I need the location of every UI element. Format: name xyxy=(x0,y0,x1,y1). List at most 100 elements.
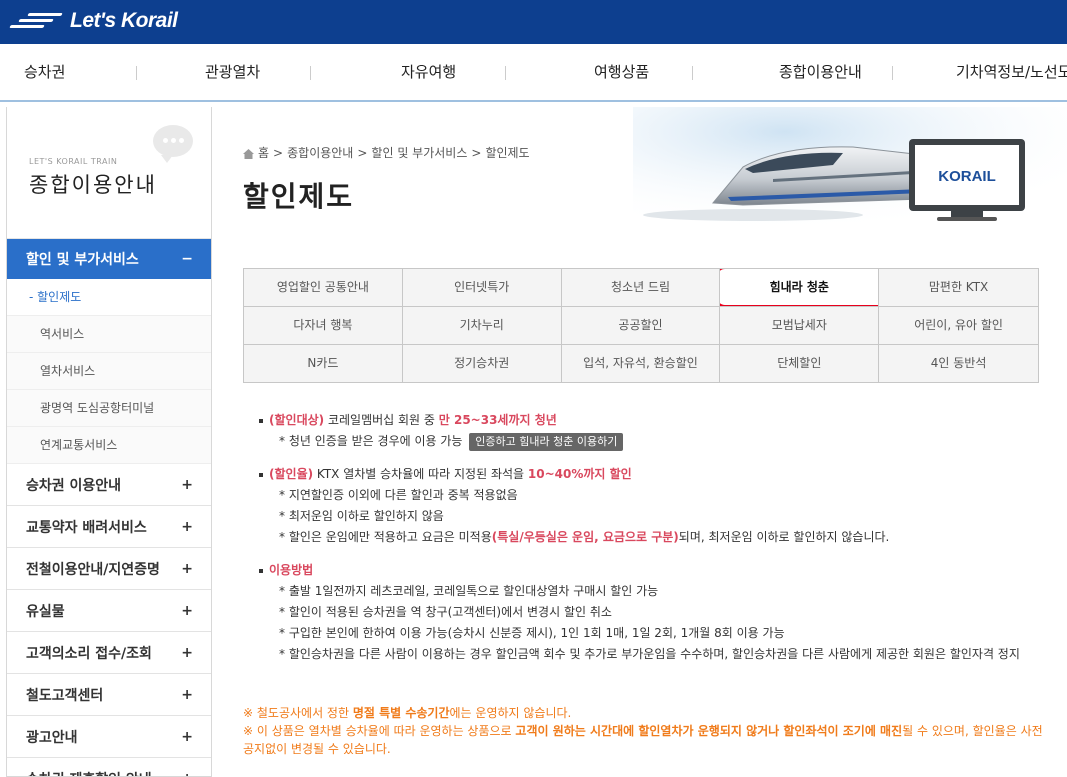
tab-four-seat[interactable]: 4인 동반석 xyxy=(879,345,1039,383)
sidebar-subitem-train-service[interactable]: 열차서비스 xyxy=(7,353,211,390)
sidebar: LET'S KORAIL TRAIN 종합이용안내 할인 및 부가서비스 − -… xyxy=(6,107,212,777)
expand-icon: + xyxy=(181,518,193,535)
warnings: ※ 철도공사에서 정한 명절 특별 수송기간에는 운영하지 않습니다. ※ 이 … xyxy=(243,704,1043,758)
rate-label: (할인율) xyxy=(269,467,314,481)
sidebar-item-label: 유실물 xyxy=(26,603,65,620)
tab-standing-transfer[interactable]: 입석, 자유석, 환승할인 xyxy=(561,345,721,383)
sidebar-item-label: 철도고객센터 xyxy=(26,687,104,704)
sidebar-subtitle: LET'S KORAIL TRAIN xyxy=(29,157,118,166)
tab-gichanuri[interactable]: 기차누리 xyxy=(402,307,562,345)
sidebar-item-label: 고객의소리 접수/조회 xyxy=(26,645,152,662)
top-bar: Let's Korail xyxy=(0,0,1067,44)
sidebar-subitem-station-service[interactable]: 역서비스 xyxy=(7,316,211,353)
sidebar-item-ticket-guide[interactable]: 승차권 이용안내 + xyxy=(7,464,211,506)
tab-common-guide[interactable]: 영업할인 공통안내 xyxy=(244,269,403,307)
banner-korail-logo: KORAIL xyxy=(938,168,996,185)
bullet-icon xyxy=(259,472,263,477)
page-title: 할인제도 xyxy=(243,180,355,213)
warning-availability: ※ 이 상품은 열차별 승차율에 따라 운영하는 상품으로 고객이 원하는 시간… xyxy=(243,724,1043,756)
rate-note: * 지연할인증 이외에 다른 할인과 중복 적용없음 xyxy=(279,488,518,502)
sidebar-item-label: 승차권 이용안내 xyxy=(26,477,122,494)
expand-icon: + xyxy=(181,686,193,703)
sidebar-title: 종합이용안내 xyxy=(29,173,157,197)
expand-icon: + xyxy=(181,602,193,619)
sidebar-item-subway-guide[interactable]: 전철이용안내/지연증명 + xyxy=(7,548,211,590)
target-section: (할인대상) 코레일멤버십 회원 중 만 25~33세까지 청년 * 청년 인증… xyxy=(257,410,1057,452)
lets-korail-logo[interactable]: Let's Korail xyxy=(9,6,178,36)
sidebar-item-accessibility[interactable]: 교통약자 배려서비스 + xyxy=(7,506,211,548)
nav-item-travel-products[interactable]: 여행상품 xyxy=(594,44,649,100)
bullet-icon xyxy=(259,568,263,573)
speech-bubble-icon xyxy=(153,125,193,163)
verify-tooltip[interactable]: 인증하고 힘내라 청춘 이용하기 xyxy=(469,433,624,451)
breadcrumb-separator: > xyxy=(471,145,482,160)
rate-section: (할인율) KTX 열차별 승차율에 따라 지정된 좌석을 10~40%까지 할… xyxy=(257,464,1057,548)
sidebar-item-label: 전철이용안내/지연증명 xyxy=(26,561,160,578)
target-note: * 청년 인증을 받은 경우에 이용 가능 xyxy=(279,434,463,448)
tab-comfortable-ktx[interactable]: 맘편한 KTX xyxy=(879,269,1039,307)
breadcrumb-separator: > xyxy=(273,145,284,160)
sidebar-subitem-connected-transport[interactable]: 연계교통서비스 xyxy=(7,427,211,464)
expand-icon: + xyxy=(181,728,193,745)
usage-note: * 할인이 적용된 승차권을 역 창구(고객센터)에서 변경시 할인 취소 xyxy=(279,605,612,619)
usage-note: * 출발 1일전까지 레츠코레일, 코레일톡으로 할인대상열차 구매시 할인 가… xyxy=(279,584,659,598)
tab-cheer-up-youth[interactable]: 힘내라 청춘 xyxy=(720,269,880,307)
sidebar-item-customer-center[interactable]: 철도고객센터 + xyxy=(7,674,211,716)
target-highlight: 만 25~33세까지 청년 xyxy=(438,413,557,427)
expand-icon: + xyxy=(181,771,193,777)
nav-item-tour-train[interactable]: 관광열차 xyxy=(205,44,260,100)
expand-icon: + xyxy=(181,644,193,661)
sidebar-item-customer-voice[interactable]: 고객의소리 접수/조회 + xyxy=(7,632,211,674)
tab-group-discount[interactable]: 단체할인 xyxy=(720,345,880,383)
rate-note: * 최저운임 이하로 할인하지 않음 xyxy=(279,509,444,523)
logo-text: Let's Korail xyxy=(70,9,178,32)
nav-item-general-guide[interactable]: 종합이용안내 xyxy=(779,44,862,100)
discount-tab-grid: 영업할인 공통안내 인터넷특가 청소년 드림 힘내라 청춘 맘편한 KTX 다자… xyxy=(243,268,1039,383)
tab-youth-dream[interactable]: 청소년 드림 xyxy=(561,269,721,307)
logo-mark-icon xyxy=(9,10,64,32)
main-nav: 승차권 관광열차 자유여행 여행상품 종합이용안내 기차역정보/노선도 xyxy=(0,44,1067,102)
bullet-icon xyxy=(259,418,263,423)
tab-multi-child[interactable]: 다자녀 행복 xyxy=(244,307,403,345)
monitor-icon: KORAIL xyxy=(909,139,1025,221)
rate-highlight: 10~40%까지 할인 xyxy=(527,467,632,481)
tab-season-ticket[interactable]: 정기승차권 xyxy=(402,345,562,383)
sidebar-subitem-discount[interactable]: - 할인제도 xyxy=(7,279,211,316)
sidebar-header: LET'S KORAIL TRAIN 종합이용안내 xyxy=(7,107,211,239)
expand-icon: + xyxy=(181,560,193,577)
discount-details: (할인대상) 코레일멤버십 회원 중 만 25~33세까지 청년 * 청년 인증… xyxy=(257,410,1057,677)
sidebar-item-lost-found[interactable]: 유실물 + xyxy=(7,590,211,632)
tab-model-taxpayer[interactable]: 모범납세자 xyxy=(720,307,880,345)
breadcrumb-item[interactable]: 종합이용안내 xyxy=(287,144,353,161)
breadcrumb-item[interactable]: 할인 및 부가서비스 xyxy=(371,144,467,161)
home-icon[interactable] xyxy=(243,148,254,159)
tab-child-infant[interactable]: 어린이, 유아 할인 xyxy=(879,307,1039,345)
nav-item-free-travel[interactable]: 자유여행 xyxy=(401,44,456,100)
tab-public-discount[interactable]: 공공할인 xyxy=(561,307,721,345)
rate-note-fare: * 할인은 운임에만 적용하고 요금은 미적용(특실/우등실은 운임, 요금으로… xyxy=(279,530,890,544)
tab-internet-special[interactable]: 인터넷특가 xyxy=(402,269,562,307)
usage-note: * 할인승차권을 다른 사람이 이용하는 경우 할인금액 회수 및 추가로 부가… xyxy=(279,647,1020,661)
sidebar-subitem-gwangmyeong-terminal[interactable]: 광명역 도심공항터미널 xyxy=(7,390,211,427)
main-content: KORAIL 홈 > 종합이용안내 > 할인 및 부가서비스 > 할인제도 할인… xyxy=(213,107,1067,777)
target-label: (할인대상) xyxy=(269,413,325,427)
nav-item-station-info[interactable]: 기차역정보/노선도 xyxy=(956,44,1067,100)
sidebar-item-label: 교통약자 배려서비스 xyxy=(26,519,147,536)
usage-section: 이용방법 * 출발 1일전까지 레츠코레일, 코레일톡으로 할인대상열차 구매시… xyxy=(257,560,1057,665)
breadcrumb-home[interactable]: 홈 xyxy=(258,144,269,161)
sidebar-item-advertising[interactable]: 광고안내 + xyxy=(7,716,211,758)
sidebar-item-label: 광고안내 xyxy=(26,729,78,746)
tab-n-card[interactable]: N카드 xyxy=(244,345,403,383)
sidebar-item-label: 승차권 제휴할인 안내 xyxy=(26,769,152,777)
warning-holiday: ※ 철도공사에서 정한 명절 특별 수송기간에는 운영하지 않습니다. xyxy=(243,706,572,720)
sidebar-item-label: 할인 및 부가서비스 xyxy=(26,252,139,268)
nav-item-tickets[interactable]: 승차권 xyxy=(24,44,65,100)
target-text: 코레일멤버십 회원 중 xyxy=(324,413,439,427)
collapse-icon: − xyxy=(181,251,193,267)
sidebar-item-discount-services[interactable]: 할인 및 부가서비스 − xyxy=(7,239,211,279)
train-banner-image: KORAIL xyxy=(633,107,1067,232)
usage-note: * 구입한 본인에 한하여 이용 가능(승차시 신분증 제시), 1인 1회 1… xyxy=(279,626,785,640)
breadcrumb-separator: > xyxy=(357,145,368,160)
sidebar-item-partner-discount[interactable]: 승차권 제휴할인 안내 + xyxy=(7,758,211,777)
expand-icon: + xyxy=(181,476,193,493)
